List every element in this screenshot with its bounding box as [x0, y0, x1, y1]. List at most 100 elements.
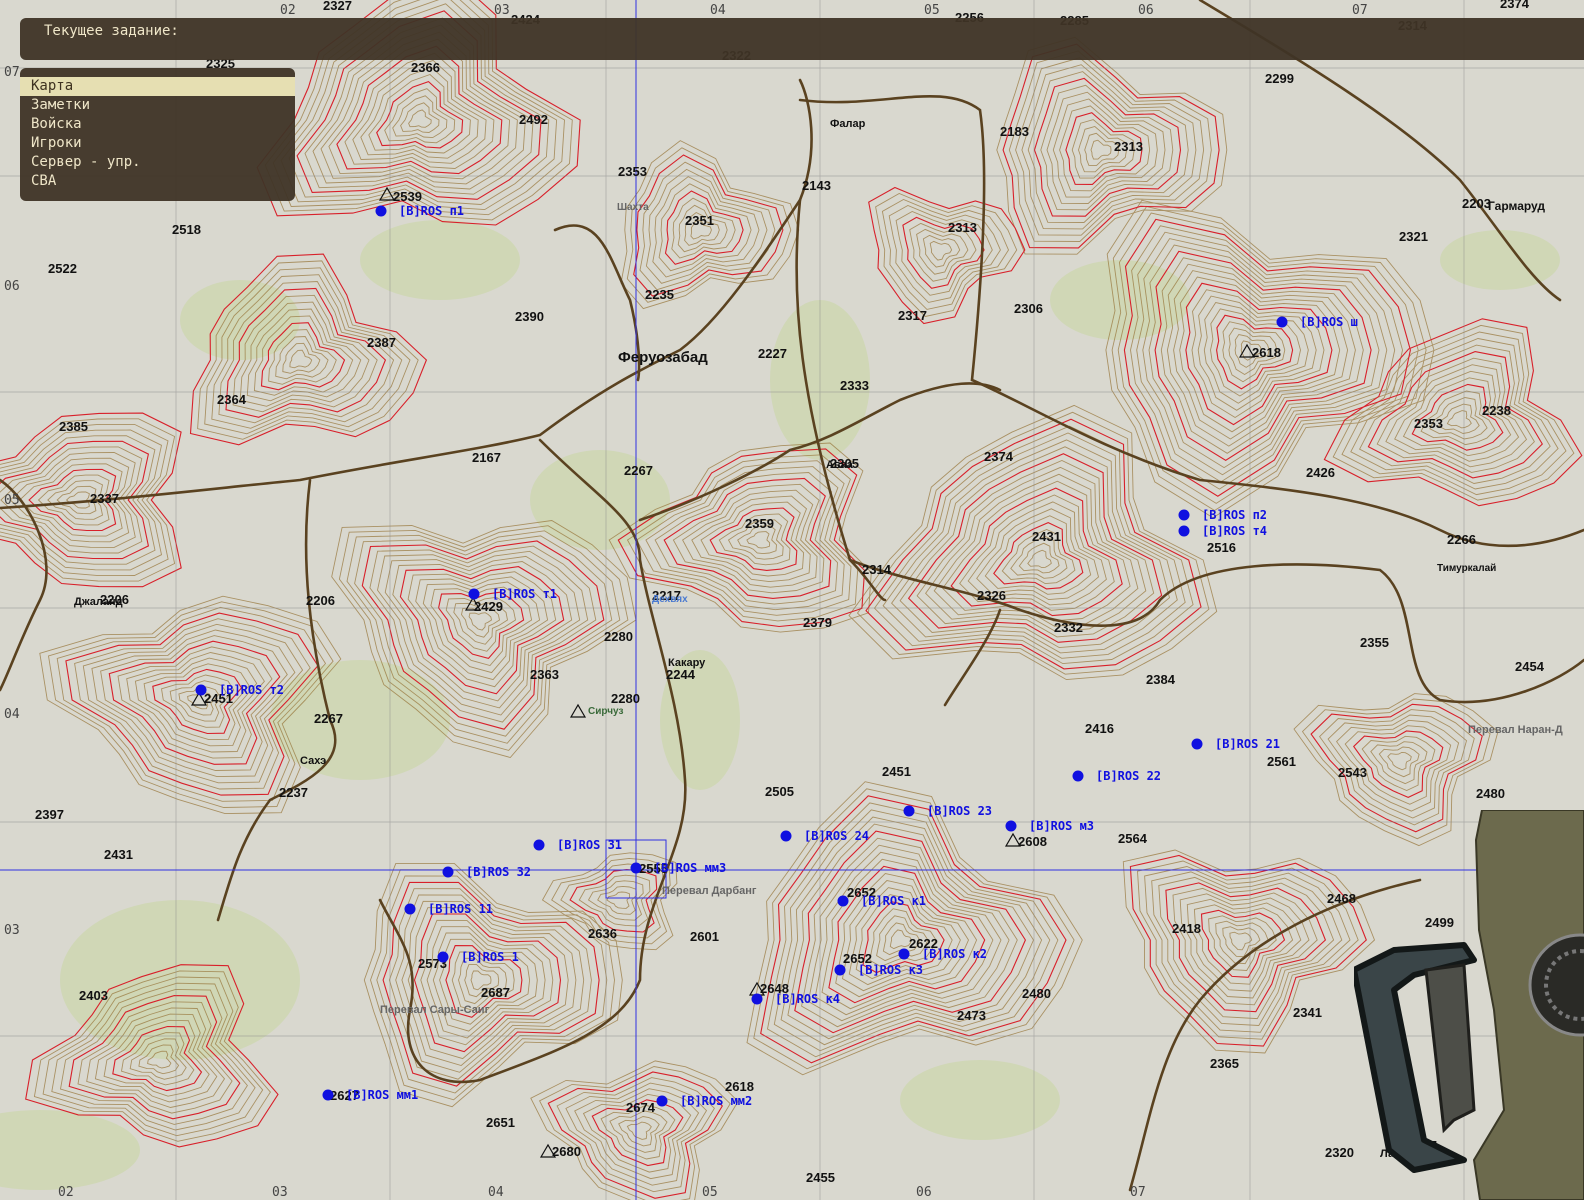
place-name: Перевал Дарбанг	[662, 885, 757, 897]
grid-label-left: 04	[4, 707, 20, 722]
unit-dot-icon[interactable]	[533, 839, 545, 851]
elevation-label: 2203	[1462, 196, 1491, 211]
unit-dot-icon[interactable]	[1005, 820, 1017, 832]
grid-label-top: 05	[924, 3, 940, 18]
unit-dot-icon[interactable]	[1276, 316, 1288, 328]
unit-dot-icon[interactable]	[195, 684, 207, 696]
elevation-label: 2313	[1114, 139, 1143, 154]
unit-label[interactable]: [B]ROS мм2	[680, 1094, 752, 1108]
elevation-label: 2561	[1267, 754, 1296, 769]
unit-label[interactable]: [B]ROS мм1	[346, 1088, 418, 1102]
menu-item-players[interactable]: Игроки	[20, 134, 295, 153]
unit-label[interactable]: [B]ROS т2	[219, 683, 284, 697]
unit-label[interactable]: [B]ROS п2	[1202, 508, 1267, 522]
elevation-label: 2364	[217, 392, 247, 407]
unit-label[interactable]: [B]ROS т4	[1202, 524, 1267, 538]
place-name: Шахта	[617, 202, 649, 213]
unit-dot-icon[interactable]	[1191, 738, 1203, 750]
elevation-label: 2455	[806, 1170, 835, 1185]
unit-dot-icon[interactable]	[442, 866, 454, 878]
current-task-bar: Текущее задание:	[20, 18, 1584, 60]
unit-dot-icon[interactable]	[437, 951, 449, 963]
unit-dot-icon[interactable]	[468, 588, 480, 600]
unit-dot-icon[interactable]	[834, 964, 846, 976]
elevation-label: 2320	[1325, 1145, 1354, 1160]
unit-label[interactable]: [B]ROS 31	[557, 838, 622, 852]
unit-label[interactable]: [B]ROS к1	[861, 894, 926, 908]
equipment-item-overlay	[1354, 810, 1584, 1200]
grid-label-top: 03	[494, 3, 510, 18]
unit-label[interactable]: [B]ROS 23	[927, 804, 992, 818]
menu-item-notes[interactable]: Заметки	[20, 96, 295, 115]
grid-label-top: 06	[1138, 3, 1154, 18]
grid-label-bottom: 04	[488, 1185, 504, 1200]
elevation-label: 2341	[1293, 1005, 1322, 1020]
elevation-label: 2403	[79, 988, 108, 1003]
elevation-label: 2355	[1360, 635, 1389, 650]
elevation-label: 2680	[552, 1144, 581, 1159]
elevation-label: 2522	[48, 261, 77, 276]
unit-dot-icon[interactable]	[1178, 509, 1190, 521]
elevation-label: 2363	[530, 667, 559, 682]
unit-label[interactable]: [B]ROS 24	[804, 829, 869, 843]
vegetation-patch	[1440, 230, 1560, 290]
unit-dot-icon[interactable]	[751, 993, 763, 1005]
elevation-label: 2366	[411, 60, 440, 75]
unit-dot-icon[interactable]	[404, 903, 416, 915]
unit-dot-icon[interactable]	[375, 205, 387, 217]
elevation-label: 2431	[104, 847, 133, 862]
unit-label[interactable]: [B]ROS ш	[1300, 315, 1358, 329]
unit-dot-icon[interactable]	[1072, 770, 1084, 782]
elevation-label: 2238	[1482, 403, 1511, 418]
elevation-label: 2429	[474, 599, 503, 614]
elevation-label: 2397	[35, 807, 64, 822]
unit-dot-icon[interactable]	[1178, 525, 1190, 537]
elevation-label: 2326	[977, 588, 1006, 603]
unit-dot-icon[interactable]	[903, 805, 915, 817]
unit-label[interactable]: [B]ROS м3	[1029, 819, 1094, 833]
unit-label[interactable]: [B]ROS к3	[858, 963, 923, 977]
unit-dot-icon[interactable]	[780, 830, 792, 842]
unit-dot-icon[interactable]	[656, 1095, 668, 1107]
elevation-label: 2353	[1414, 416, 1443, 431]
elevation-label: 2374	[984, 449, 1014, 464]
unit-label[interactable]: [B]ROS 11	[428, 902, 493, 916]
elevation-label: 2313	[948, 220, 977, 235]
unit-dot-icon[interactable]	[898, 948, 910, 960]
elevation-label: 2267	[624, 463, 653, 478]
menu-item-units[interactable]: Войска	[20, 115, 295, 134]
elevation-label: 2387	[367, 335, 396, 350]
elevation-label: 2618	[725, 1079, 754, 1094]
unit-label[interactable]: [B]ROS 32	[466, 865, 531, 879]
elevation-label: 2601	[690, 929, 719, 944]
grid-label-top: 07	[1352, 3, 1368, 18]
place-name: Сирчуз	[588, 706, 623, 717]
unit-label[interactable]: [B]ROS мм3	[654, 861, 726, 875]
elevation-label: 2636	[588, 926, 617, 941]
elevation-label: 2314	[862, 562, 892, 577]
elevation-label: 2321	[1399, 229, 1428, 244]
unit-label[interactable]: [B]ROS к2	[922, 947, 987, 961]
elevation-label: 2167	[472, 450, 501, 465]
unit-dot-icon[interactable]	[837, 895, 849, 907]
unit-label[interactable]: [B]ROS 22	[1096, 769, 1161, 783]
menu-item-map[interactable]: Карта	[20, 77, 295, 96]
menu-item-sva[interactable]: СВА	[20, 172, 295, 191]
unit-dot-icon[interactable]	[630, 862, 642, 874]
elevation-label: 2359	[745, 516, 774, 531]
elevation-label: 2454	[1515, 659, 1545, 674]
place-name: Перевал Наран-Д	[1468, 724, 1563, 736]
elevation-label: 2143	[802, 178, 831, 193]
unit-label[interactable]: [B]ROS п1	[399, 204, 464, 218]
elevation-label: 2317	[898, 308, 927, 323]
menu-item-server-admin[interactable]: Сервер - упр.	[20, 153, 295, 172]
unit-label[interactable]: [B]ROS 21	[1215, 737, 1280, 751]
grid-label-bottom: 02	[58, 1185, 74, 1200]
elevation-label: 2327	[323, 0, 352, 13]
place-name: Сахэ	[300, 755, 326, 767]
unit-dot-icon[interactable]	[322, 1089, 334, 1101]
elevation-label: 2426	[1306, 465, 1335, 480]
unit-label[interactable]: [B]ROS т1	[492, 587, 557, 601]
unit-label[interactable]: [B]ROS 1	[461, 950, 519, 964]
unit-label[interactable]: [B]ROS к4	[775, 992, 840, 1006]
